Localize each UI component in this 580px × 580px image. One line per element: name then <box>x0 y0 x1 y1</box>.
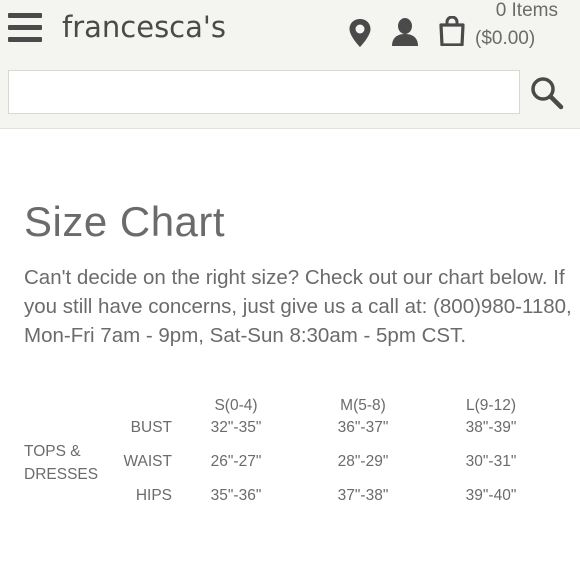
site-header: francesca's 0 Items ($0.00) <box>0 0 580 129</box>
hips-small: 35"-36" <box>210 487 262 504</box>
bust-large: 38"-39" <box>465 419 517 436</box>
category-label-line2: DRESSES <box>24 466 99 483</box>
column-header-medium: M(5-8) <box>340 397 386 414</box>
cart-item-count[interactable]: 0 Items <box>496 0 558 22</box>
category-label: TOPS & DRESSES <box>24 440 98 486</box>
hips-medium: 37"-38" <box>337 487 389 504</box>
bust-medium: 36"-37" <box>337 419 389 436</box>
location-pin-icon[interactable] <box>348 18 372 48</box>
cart-total[interactable]: ($0.00) <box>475 28 535 50</box>
column-header-small: S(0-4) <box>214 397 258 414</box>
row-label-waist: WAIST <box>123 453 172 470</box>
waist-small: 26"-27" <box>210 453 262 470</box>
hips-large: 39"-40" <box>465 487 517 504</box>
column-header-large: L(9-12) <box>466 397 516 414</box>
hamburger-menu-icon[interactable] <box>8 13 42 43</box>
waist-large: 30"-31" <box>465 453 517 470</box>
category-label-line1: TOPS & <box>24 443 81 460</box>
waist-medium: 28"-29" <box>337 453 389 470</box>
page-title: Size Chart <box>24 198 226 245</box>
row-label-bust: BUST <box>130 419 172 436</box>
intro-text: Can't decide on the right size? Check ou… <box>24 266 572 347</box>
shopping-bag-icon[interactable] <box>438 16 466 46</box>
logo[interactable]: francesca's <box>62 10 226 44</box>
account-icon[interactable] <box>390 17 420 47</box>
bust-small: 32"-35" <box>210 419 262 436</box>
search-icon[interactable] <box>528 74 566 112</box>
search-input[interactable] <box>8 70 520 114</box>
row-label-hips: HIPS <box>135 487 172 504</box>
